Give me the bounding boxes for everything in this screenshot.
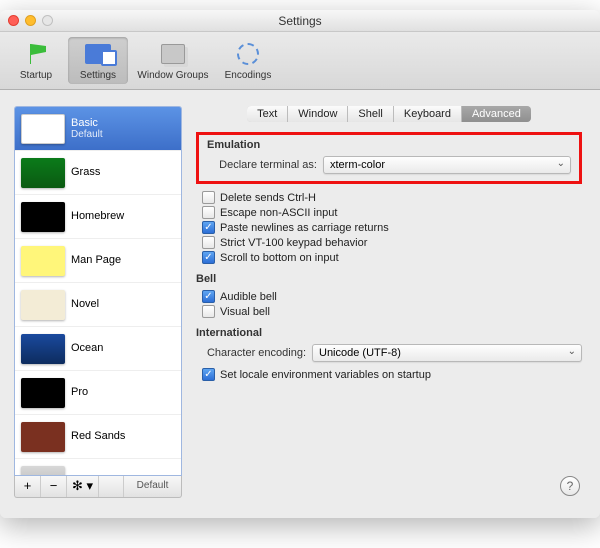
- profile-item-homebrew[interactable]: Homebrew: [15, 195, 181, 239]
- flag-icon: [26, 44, 46, 64]
- tab-bar: Text Window Shell Keyboard Advanced: [192, 106, 586, 122]
- opt-delete-ctrl-h[interactable]: Delete sends Ctrl-H: [196, 190, 582, 205]
- opt-set-locale[interactable]: ✓Set locale environment variables on sta…: [196, 367, 582, 382]
- profile-item-basic[interactable]: BasicDefault: [15, 107, 181, 151]
- profile-item-manpage[interactable]: Man Page: [15, 239, 181, 283]
- bell-heading: Bell: [196, 273, 582, 285]
- profile-item-novel[interactable]: Novel: [15, 283, 181, 327]
- emulation-highlight: Emulation Declare terminal as: xterm-col…: [196, 132, 582, 184]
- toolbar-window-groups[interactable]: Window Groups: [130, 37, 216, 84]
- opt-paste-newlines[interactable]: ✓Paste newlines as carriage returns: [196, 220, 582, 235]
- sidebar-toolbar: + − ✻ ▾ Default: [14, 476, 182, 498]
- opt-audible-bell[interactable]: ✓Audible bell: [196, 289, 582, 304]
- tab-keyboard[interactable]: Keyboard: [394, 106, 462, 122]
- profile-thumb: [21, 246, 65, 276]
- profile-thumb: [21, 290, 65, 320]
- opt-strict-vt100[interactable]: Strict VT-100 keypad behavior: [196, 235, 582, 250]
- checkbox-icon: [202, 236, 215, 249]
- profile-item-ocean[interactable]: Ocean: [15, 327, 181, 371]
- tab-advanced[interactable]: Advanced: [462, 106, 531, 122]
- declare-terminal-label: Declare terminal as:: [207, 159, 317, 171]
- profile-item-redsands[interactable]: Red Sands: [15, 415, 181, 459]
- settings-icon: [85, 44, 111, 64]
- profile-thumb: [21, 334, 65, 364]
- toolbar-startup[interactable]: Startup: [6, 37, 66, 84]
- toolbar: Startup Settings Window Groups Encodings: [0, 32, 600, 90]
- checkbox-icon: [202, 206, 215, 219]
- profile-item-silver[interactable]: Silver Aerogel: [15, 459, 181, 476]
- checkbox-icon: ✓: [202, 221, 215, 234]
- opt-scroll-bottom[interactable]: ✓Scroll to bottom on input: [196, 250, 582, 265]
- tab-text[interactable]: Text: [247, 106, 288, 122]
- checkbox-icon: [202, 305, 215, 318]
- profile-thumb: [21, 378, 65, 408]
- profile-list[interactable]: BasicDefault Grass Homebrew Man Page Nov…: [14, 106, 182, 476]
- toolbar-settings[interactable]: Settings: [68, 37, 128, 84]
- content-area: BasicDefault Grass Homebrew Man Page Nov…: [0, 90, 600, 518]
- window-title: Settings: [0, 14, 600, 28]
- intl-heading: International: [196, 327, 582, 339]
- profile-thumb: [21, 422, 65, 452]
- profile-actions-button[interactable]: ✻ ▾: [67, 476, 99, 497]
- encoding-select[interactable]: Unicode (UTF-8): [312, 344, 582, 362]
- opt-escape-nonascii[interactable]: Escape non-ASCII input: [196, 205, 582, 220]
- checkbox-icon: ✓: [202, 290, 215, 303]
- emulation-heading: Emulation: [207, 139, 571, 151]
- profile-item-pro[interactable]: Pro: [15, 371, 181, 415]
- profile-thumb: [21, 466, 65, 477]
- profile-thumb: [21, 202, 65, 232]
- checkbox-icon: [202, 191, 215, 204]
- profile-thumb: [21, 158, 65, 188]
- tab-shell[interactable]: Shell: [348, 106, 393, 122]
- checkbox-icon: ✓: [202, 251, 215, 264]
- settings-window: Settings Startup Settings Window Groups …: [0, 10, 600, 518]
- main-panel: Text Window Shell Keyboard Advanced Emul…: [192, 106, 586, 500]
- tab-window[interactable]: Window: [288, 106, 348, 122]
- declare-terminal-select[interactable]: xterm-color: [323, 156, 571, 174]
- encoding-label: Character encoding:: [196, 347, 306, 359]
- encodings-icon: [237, 43, 259, 65]
- advanced-pane: Emulation Declare terminal as: xterm-col…: [192, 122, 586, 500]
- window-groups-icon: [161, 44, 185, 64]
- add-profile-button[interactable]: +: [15, 476, 41, 497]
- checkbox-icon: ✓: [202, 368, 215, 381]
- remove-profile-button[interactable]: −: [41, 476, 67, 497]
- profile-thumb: [21, 114, 65, 144]
- profile-sidebar: BasicDefault Grass Homebrew Man Page Nov…: [14, 106, 182, 500]
- set-default-button[interactable]: Default: [123, 476, 181, 497]
- opt-visual-bell[interactable]: Visual bell: [196, 304, 582, 319]
- profile-item-grass[interactable]: Grass: [15, 151, 181, 195]
- toolbar-encodings[interactable]: Encodings: [218, 37, 278, 84]
- help-button[interactable]: ?: [560, 476, 580, 496]
- titlebar: Settings: [0, 10, 600, 32]
